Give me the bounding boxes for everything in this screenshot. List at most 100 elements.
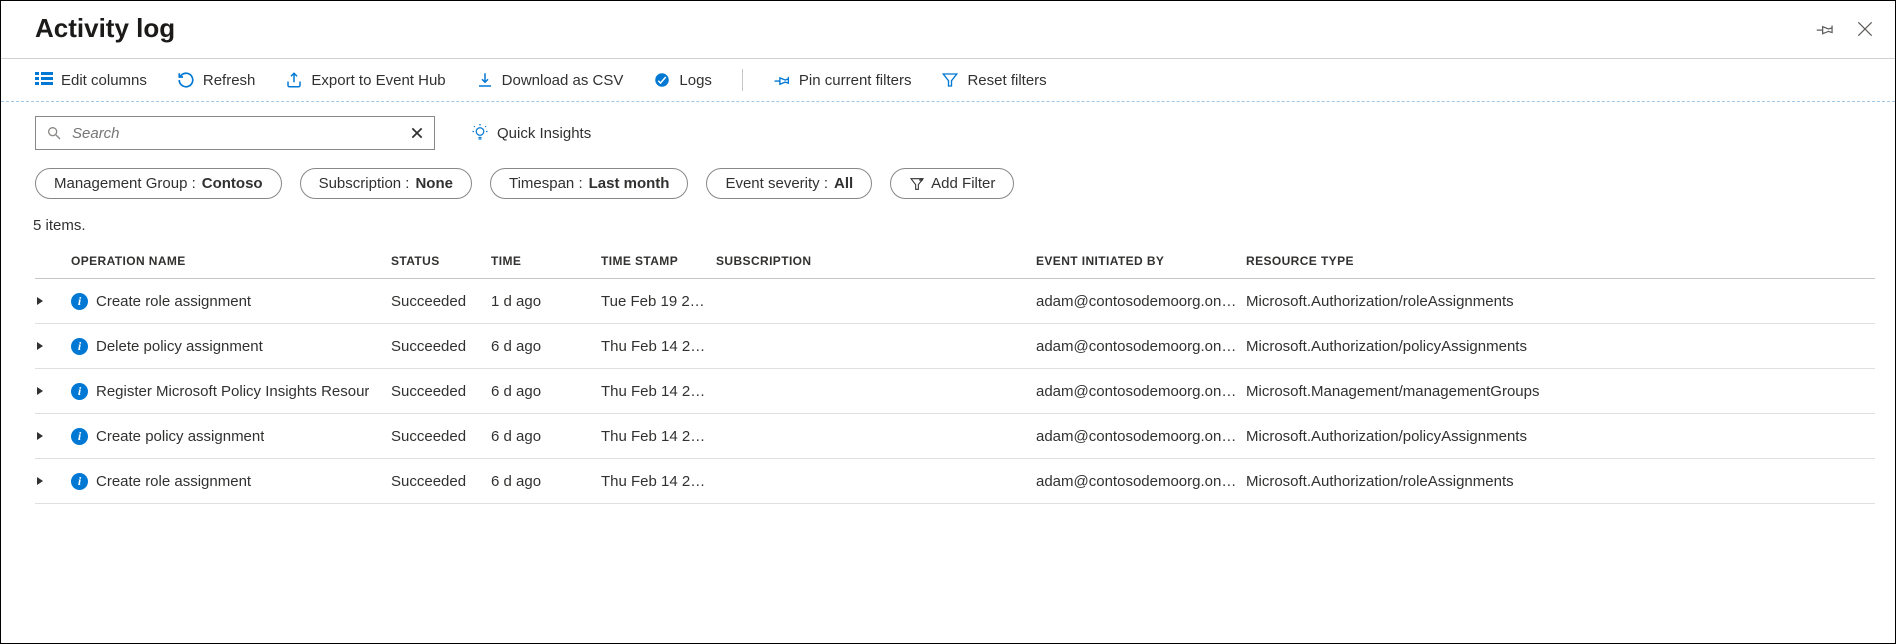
info-icon: i: [71, 428, 88, 445]
cell-status: Succeeded: [391, 473, 491, 490]
filter-row: Management Group : Contoso Subscription …: [1, 156, 1895, 201]
columns-icon: [35, 72, 53, 88]
col-initiated-by[interactable]: Event initiated by: [1036, 254, 1246, 268]
cell-time: 6 d ago: [491, 428, 601, 445]
operation-text: Create policy assignment: [96, 428, 264, 445]
toolbar-label: Reset filters: [967, 72, 1046, 89]
search-input[interactable]: [70, 124, 402, 143]
filter-label: Timespan :: [509, 175, 583, 192]
cell-initiated-by: adam@contosodemoorg.on…: [1036, 293, 1246, 310]
logs-icon: [653, 71, 671, 89]
table-body: iCreate role assignmentSucceeded1 d agoT…: [35, 279, 1875, 504]
col-operation[interactable]: Operation name: [71, 254, 391, 268]
filter-value: None: [415, 175, 453, 192]
toolbar-label: Export to Event Hub: [311, 72, 445, 89]
filter-value: All: [834, 175, 853, 192]
cell-time: 6 d ago: [491, 473, 601, 490]
divider: [742, 69, 743, 91]
page-title: Activity log: [35, 13, 175, 44]
cell-time: 6 d ago: [491, 383, 601, 400]
col-status[interactable]: Status: [391, 254, 491, 268]
logs-button[interactable]: Logs: [653, 71, 712, 89]
download-icon: [476, 71, 494, 89]
filter-management-group[interactable]: Management Group : Contoso: [35, 168, 282, 199]
lightbulb-icon: [471, 124, 489, 142]
toolbar-label: Logs: [679, 72, 712, 89]
info-icon: i: [71, 293, 88, 310]
info-icon: i: [71, 383, 88, 400]
expand-row-icon[interactable]: [35, 431, 71, 441]
operation-text: Create role assignment: [96, 473, 251, 490]
table-row[interactable]: i Create role assignment Succeeded1 d agoT…: [35, 279, 1875, 324]
cell-operation: i Create policy assignment: [71, 428, 391, 445]
toolbar-label: Pin current filters: [799, 72, 912, 89]
edit-columns-button[interactable]: Edit columns: [35, 72, 147, 89]
cell-timestamp: Thu Feb 14 2…: [601, 428, 716, 445]
filter-timespan[interactable]: Timespan : Last month: [490, 168, 688, 199]
table-row[interactable]: i Create role assignment Succeeded6 d agoT…: [35, 459, 1875, 504]
reset-filters-button[interactable]: Reset filters: [941, 71, 1046, 89]
toolbar: Edit columns Refresh Export to Event Hub…: [1, 59, 1895, 102]
table-header: Operation name Status Time Time stamp Su…: [35, 240, 1875, 279]
pin-blade-icon[interactable]: [1815, 19, 1835, 39]
col-time[interactable]: Time: [491, 254, 601, 268]
table-row[interactable]: iDelete policy assignmentSucceeded6 d ag…: [35, 324, 1875, 369]
cell-status: Succeeded: [391, 338, 491, 355]
quick-insights-label: Quick Insights: [497, 125, 591, 142]
search-box[interactable]: [35, 116, 435, 150]
col-resource-type[interactable]: Resource type: [1246, 254, 1666, 268]
filter-label: Management Group :: [54, 175, 196, 192]
header-actions: [1815, 19, 1875, 39]
table-row[interactable]: iCreate policy assignmentSucceeded6 d ag…: [35, 414, 1875, 459]
pin-icon: [773, 71, 791, 89]
close-icon[interactable]: [1855, 19, 1875, 39]
filter-label: Subscription :: [319, 175, 410, 192]
cell-initiated-by: adam@contosodemoorg.on…: [1036, 473, 1246, 490]
cell-time: 6 d ago: [491, 338, 601, 355]
cell-initiated-by: adam@contosodemoorg.on…: [1036, 338, 1246, 355]
blade-header: Activity log: [1, 1, 1895, 59]
col-subscription[interactable]: Subscription: [716, 254, 1036, 268]
add-filter-button[interactable]: Add Filter: [890, 168, 1014, 199]
info-icon: i: [71, 473, 88, 490]
download-csv-button[interactable]: Download as CSV: [476, 71, 624, 89]
operation-text: Create role assignment: [96, 293, 251, 310]
expand-row-icon[interactable]: [35, 386, 71, 396]
col-timestamp[interactable]: Time stamp: [601, 254, 716, 268]
expand-row-icon[interactable]: [35, 341, 71, 351]
clear-search-icon[interactable]: [410, 126, 424, 140]
cell-initiated-by: adam@contosodemoorg.on…: [1036, 428, 1246, 445]
cell-timestamp: Thu Feb 14 2…: [601, 473, 716, 490]
activity-table: Operation name Status Time Time stamp Su…: [1, 240, 1895, 504]
refresh-icon: [177, 71, 195, 89]
refresh-button[interactable]: Refresh: [177, 71, 256, 89]
expand-row-icon[interactable]: [35, 476, 71, 486]
expand-row-icon[interactable]: [35, 296, 71, 306]
operation-text: Delete policy assignment: [96, 338, 263, 355]
pin-filters-button[interactable]: Pin current filters: [773, 71, 912, 89]
quick-insights-button[interactable]: Quick Insights: [471, 124, 591, 142]
toolbar-label: Edit columns: [61, 72, 147, 89]
filter-subscription[interactable]: Subscription : None: [300, 168, 472, 199]
cell-resource-type: Microsoft.Authorization/roleAssignments: [1246, 473, 1666, 490]
toolbar-label: Refresh: [203, 72, 256, 89]
operation-text: Register Microsoft Policy Insights Resou…: [96, 383, 369, 400]
cell-resource-type: Microsoft.Authorization/policyAssignment…: [1246, 428, 1666, 445]
table-row[interactable]: i Register Microsoft Policy Insights Reso…: [35, 369, 1875, 414]
filter-label: Event severity :: [725, 175, 828, 192]
export-icon: [285, 71, 303, 89]
filter-value: Last month: [589, 175, 670, 192]
filter-value: Contoso: [202, 175, 263, 192]
search-icon: [46, 125, 62, 141]
filter-severity[interactable]: Event severity : All: [706, 168, 872, 199]
item-count: 5 items.: [1, 201, 1895, 240]
cell-status: Succeeded: [391, 293, 491, 310]
export-button[interactable]: Export to Event Hub: [285, 71, 445, 89]
filter-icon: [941, 71, 959, 89]
cell-timestamp: Tue Feb 19 2…: [601, 293, 716, 310]
cell-time: 1 d ago: [491, 293, 601, 310]
cell-operation: iDelete policy assignment: [71, 338, 391, 355]
cell-operation: i Create role assignment: [71, 293, 391, 310]
search-row: Quick Insights: [1, 102, 1895, 156]
toolbar-label: Download as CSV: [502, 72, 624, 89]
